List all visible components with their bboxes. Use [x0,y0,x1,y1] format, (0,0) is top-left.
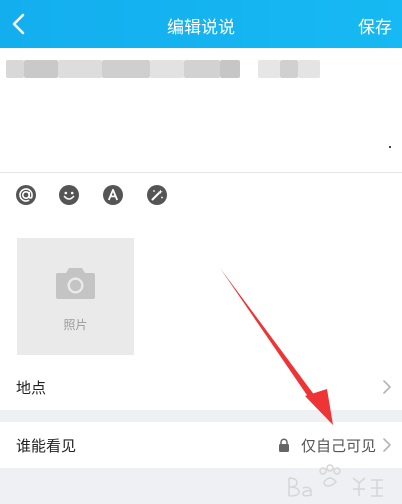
annotation-arrow [220,268,333,425]
baidu-logo-watermark [288,464,383,497]
